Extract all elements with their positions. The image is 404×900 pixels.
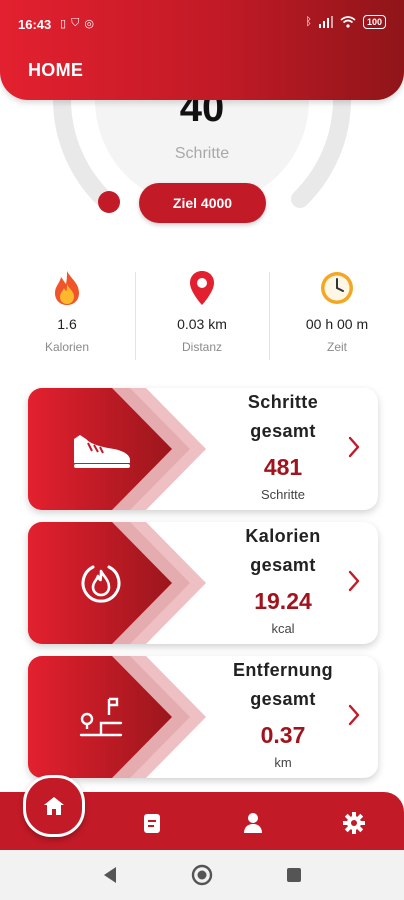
card-title: gesamt: [250, 555, 316, 575]
total-distance-card[interactable]: Entfernung gesamt 0.37 km: [28, 656, 378, 778]
card-value: 19.24: [254, 588, 312, 614]
goal-button[interactable]: Ziel 4000: [139, 183, 266, 223]
home-circle-icon: [191, 864, 213, 886]
system-home-button[interactable]: [189, 862, 215, 888]
person-icon: [244, 813, 262, 833]
chevron-right-icon: [348, 436, 360, 458]
time-value: 00 h 00 m: [305, 316, 369, 332]
card-unit: km: [274, 755, 292, 770]
system-recents-button[interactable]: [281, 862, 307, 888]
card-title: gesamt: [250, 421, 316, 441]
calories-value: 1.6: [57, 316, 77, 332]
chevron-right-icon: [348, 704, 360, 726]
clipboard-icon: [144, 814, 160, 833]
location-pin-icon: [135, 270, 269, 306]
card-value: 0.37: [260, 722, 306, 748]
card-unit: Schritte: [260, 487, 306, 502]
chevron-right-icon: [348, 570, 360, 592]
sneaker-icon: [56, 416, 146, 482]
system-icons: ᛒ 100: [305, 15, 386, 29]
card-title: Schritte: [247, 392, 319, 412]
system-back-button[interactable]: [97, 862, 123, 888]
settings-icon: [343, 812, 365, 834]
bluetooth-icon: ᛒ: [305, 16, 312, 28]
status-bar: 16:43 ▯ ⛉ ◎ ᛒ 100: [0, 0, 404, 44]
home-button[interactable]: [23, 775, 85, 837]
app-icon: ◎: [84, 18, 94, 30]
card-title: Entfernung: [233, 660, 333, 680]
stat-distance: 0.03 km Distanz: [135, 270, 269, 354]
status-time: 16:43: [18, 17, 52, 32]
route-icon: [56, 684, 146, 750]
profile-nav-button[interactable]: [238, 808, 268, 838]
gauge-progress-dot: [98, 191, 120, 213]
card-title: gesamt: [250, 689, 316, 709]
recents-square-icon: [287, 868, 301, 882]
home-icon: [44, 797, 64, 815]
settings-nav-button[interactable]: [339, 808, 369, 838]
card-value: 481: [263, 454, 303, 480]
total-calories-card[interactable]: Kalorien gesamt 19.24 kcal: [28, 522, 378, 644]
total-steps-card[interactable]: Schritte gesamt 481 Schritte: [28, 388, 378, 510]
stat-calories: 1.6 Kalorien: [0, 270, 134, 354]
distance-label: Distanz: [181, 340, 222, 354]
page-title: HOME: [28, 60, 84, 80]
shield-icon: ⛉: [71, 17, 80, 29]
clock-icon: [270, 270, 404, 306]
flame-icon: [0, 270, 134, 306]
card-title: Kalorien: [245, 526, 321, 546]
notification-icons: ▯ ⛉ ◎: [60, 17, 94, 30]
signal-icon: [318, 16, 333, 28]
wifi-icon: [340, 16, 356, 28]
flame-circle-icon: [56, 550, 146, 616]
calories-label: Kalorien: [44, 340, 90, 354]
card-unit: kcal: [271, 621, 295, 636]
distance-value: 0.03 km: [177, 316, 227, 332]
sim-icon: ▯: [60, 18, 67, 30]
time-label: Zeit: [326, 340, 347, 354]
step-count-unit: Schritte: [174, 145, 230, 162]
battery-icon: 100: [362, 15, 386, 29]
records-nav-button[interactable]: [137, 808, 167, 838]
back-triangle-icon: [104, 867, 116, 883]
stat-time: 00 h 00 m Zeit: [270, 270, 404, 354]
